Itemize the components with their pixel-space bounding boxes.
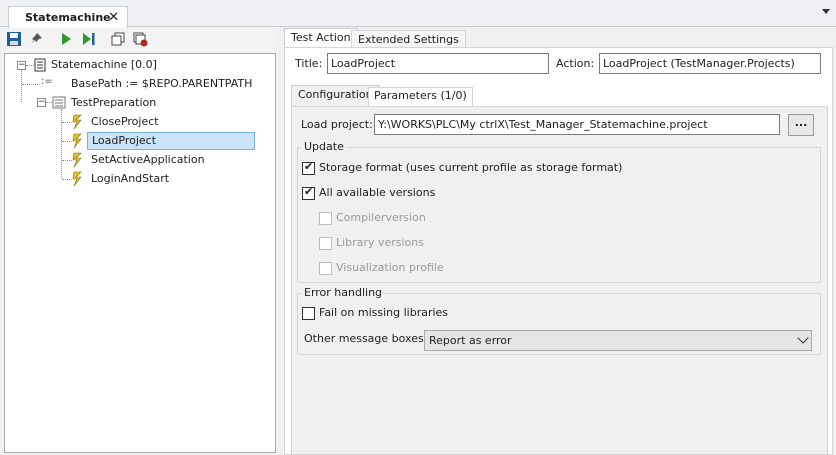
action-icon	[72, 114, 82, 130]
tab-title: Statemachine	[25, 11, 111, 24]
action-icon	[72, 133, 82, 149]
compilerversion-label: Compilerversion	[336, 211, 426, 224]
other-message-boxes-label: Other message boxes:	[304, 332, 428, 345]
pin-icon[interactable]	[28, 31, 44, 47]
sequence-icon	[52, 96, 66, 109]
load-project-label: Load project:	[301, 118, 373, 131]
collapse-root-icon[interactable]: −	[17, 61, 26, 70]
all-versions-checkbox[interactable]: ✔	[302, 185, 315, 200]
browse-button[interactable]: ...	[788, 114, 814, 136]
title-label: Title:	[295, 57, 323, 70]
update-group-label: Update	[301, 140, 347, 153]
action-label: Action:	[556, 57, 595, 70]
other-message-boxes-select[interactable]: Report as error	[424, 330, 812, 351]
fail-missing-libraries-checkbox[interactable]	[302, 307, 315, 320]
storage-format-checkbox[interactable]: ✔	[302, 160, 315, 175]
all-versions-label: All available versions	[319, 186, 436, 199]
tree-toolbar	[2, 28, 278, 50]
fail-missing-libraries-label: Fail on missing libraries	[319, 306, 449, 319]
record-icon[interactable]	[132, 31, 148, 47]
tab-test-action[interactable]: Test Action	[284, 28, 358, 48]
library-versions-label: Library versions	[336, 236, 424, 249]
action-icon	[72, 171, 82, 187]
other-message-boxes-value: Report as error	[429, 334, 512, 347]
statemachine-icon	[34, 58, 46, 72]
document-tab-strip: Statemachine ✕	[0, 0, 836, 28]
storage-format-label: Storage format (uses current profile as …	[319, 161, 623, 174]
variable-icon: :=	[41, 76, 53, 87]
save-icon[interactable]	[6, 31, 22, 47]
collapse-prep-icon[interactable]: −	[37, 98, 46, 107]
compilerversion-checkbox[interactable]	[319, 212, 332, 225]
statemachine-tree: − Statemachine [0.0] := BasePath := $REP…	[4, 53, 276, 453]
tab-configuration[interactable]: Configuration	[291, 85, 380, 106]
load-project-field[interactable]: Y:\WORKS\PLC\My ctrlX\Test_Manager_State…	[374, 114, 780, 135]
error-handling-label: Error handling	[301, 286, 386, 299]
chevron-down-icon	[797, 332, 809, 344]
action-icon	[72, 152, 82, 168]
visualization-profile-label: Visualization profile	[336, 261, 444, 274]
action-field[interactable]: LoadProject (TestManager.Projects)	[599, 53, 821, 74]
title-field[interactable]: LoadProject	[327, 53, 549, 74]
visualization-profile-checkbox[interactable]	[319, 262, 332, 275]
step-icon[interactable]	[80, 31, 96, 47]
copy-icon[interactable]	[110, 31, 126, 47]
tab-extended-settings[interactable]: Extended Settings	[351, 30, 466, 48]
play-icon[interactable]	[58, 31, 74, 47]
tab-statemachine[interactable]: Statemachine ✕	[8, 6, 128, 28]
left-pane: − Statemachine [0.0] := BasePath := $REP…	[2, 28, 278, 455]
dropdown-arrow-icon[interactable]	[822, 9, 830, 14]
tab-parameters[interactable]: Parameters (1/0)	[368, 87, 473, 106]
library-versions-checkbox[interactable]	[319, 237, 332, 250]
close-icon[interactable]: ✕	[108, 10, 119, 25]
